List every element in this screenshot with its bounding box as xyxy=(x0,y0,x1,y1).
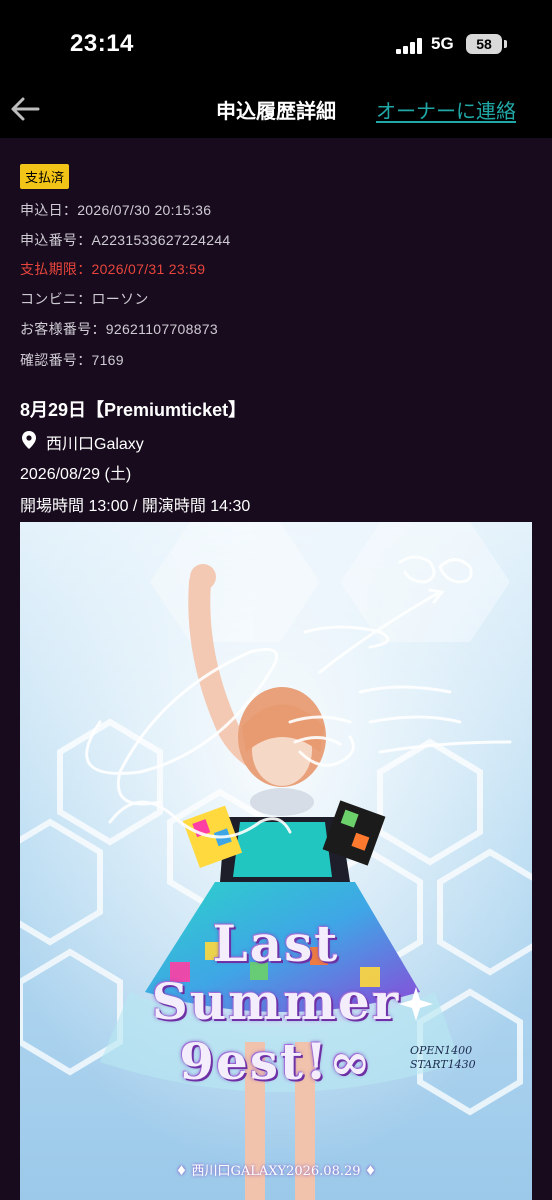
back-button[interactable] xyxy=(8,92,44,126)
poster-title-line1: Last xyxy=(212,914,340,973)
battery-icon: 58 xyxy=(466,34,502,54)
poster-title-line2: Summer xyxy=(151,972,401,1031)
battery-tip xyxy=(504,40,507,48)
order-detail: 支払済 申込日：2026/07/30 20:15:36 申込番号：A223153… xyxy=(0,138,552,1200)
arrow-left-icon xyxy=(11,97,40,121)
venue-name: 西川口Galaxy xyxy=(46,436,144,453)
event-time: 開場時間 13:00 / 開演時間 14:30 xyxy=(20,498,251,515)
location-pin-icon xyxy=(22,431,36,449)
status-bar: 23:14 5G 58 xyxy=(0,0,552,80)
confirmation-number[interactable]: 確認番号：7169 xyxy=(20,350,124,370)
poster-venue-date: ♦ 西川口GALAXY2026.08.29 ♦ xyxy=(175,1164,377,1179)
customer-number[interactable]: お客様番号：92621107708873 xyxy=(20,319,218,339)
poster-start-label: START1430 xyxy=(410,1058,476,1071)
event-poster: Last Summer 9est!∞ OPEN1400 START1430 ♦ … xyxy=(20,522,532,1200)
event-date: 2026/08/29 (土) xyxy=(20,466,132,483)
poster-open-label: OPEN1400 xyxy=(410,1044,473,1057)
payment-deadline: 支払期限：2026/07/31 23:59 xyxy=(20,261,206,277)
poster-artwork xyxy=(20,522,532,1200)
event-title: 8月29日【Premiumticket】 xyxy=(20,400,247,420)
status-time: 23:14 xyxy=(70,30,134,57)
poster-open-time: OPEN1400 START1430 xyxy=(410,1044,476,1072)
application-date: 申込日：2026/07/30 20:15:36 xyxy=(20,202,212,218)
application-number: 申込番号：A2231533627224244 xyxy=(20,232,231,248)
signal-icon xyxy=(396,38,422,54)
contact-owner-link[interactable]: オーナーに連絡 xyxy=(376,95,516,124)
network-label: 5G xyxy=(431,34,454,53)
nav-bar: 申込履歴詳細 オーナーに連絡 xyxy=(0,80,552,138)
status-badge: 支払済 xyxy=(20,164,70,189)
page-title: 申込履歴詳細 xyxy=(216,101,336,123)
convenience-store: コンビニ：ローソン xyxy=(20,291,149,307)
